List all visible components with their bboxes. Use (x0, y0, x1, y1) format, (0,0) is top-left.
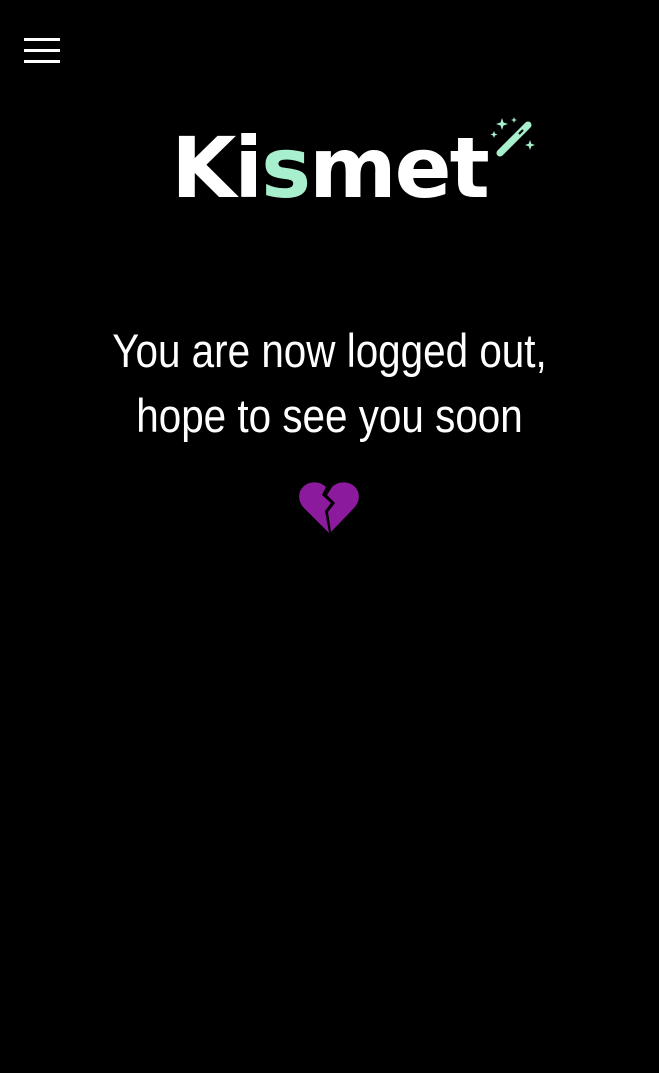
hamburger-menu-icon[interactable] (20, 34, 64, 68)
broken-heart-icon (299, 482, 359, 533)
magic-wand-sparkles-icon (490, 117, 535, 157)
menu-bar-bottom (24, 60, 60, 63)
logout-message: You are now logged out, hope to see you … (112, 324, 547, 442)
kismet-logo: Kismet (0, 117, 659, 228)
menu-bar-top (24, 38, 60, 41)
logo-text-end: met (309, 119, 490, 217)
logo-text-accent: s (261, 119, 311, 217)
logo-text-start: Ki (171, 119, 263, 217)
logo-wordmark: Kismet (171, 117, 535, 218)
logout-page: Kismet You are now logged out, hope to s… (0, 0, 659, 1073)
menu-bar-middle (24, 49, 60, 52)
